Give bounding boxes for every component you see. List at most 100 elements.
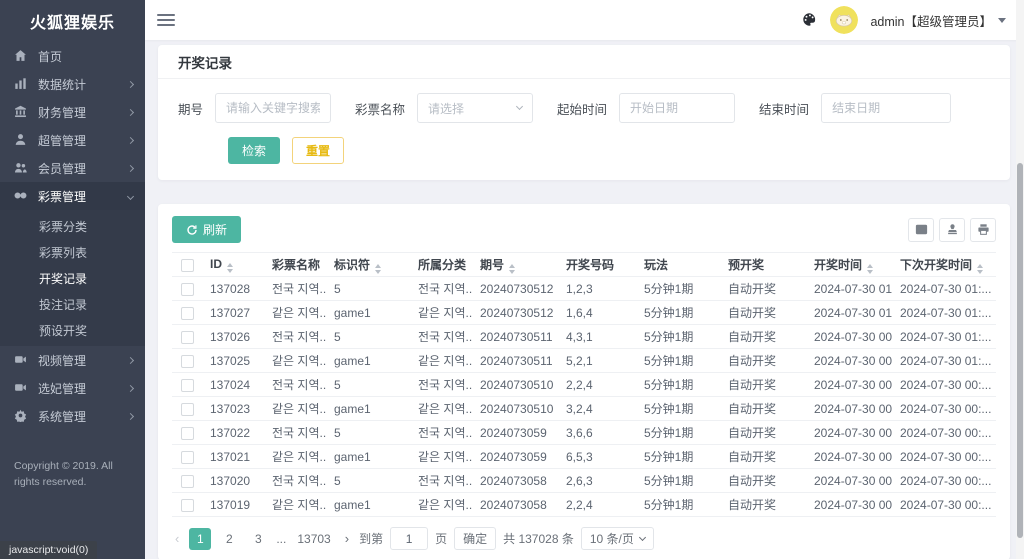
row-checkbox[interactable] (180, 450, 194, 464)
table-header-row: ID 彩票名称 标识符 所属分类 期号 开奖号码 玩法 预开奖 开奖时间 下次开奖时间 (172, 252, 996, 277)
table-cell-name: 같은 지역... (264, 396, 326, 421)
row-checkbox[interactable] (180, 378, 194, 392)
hamburger-menu-icon[interactable] (157, 11, 175, 29)
table-cell-numbers: 6,5,3 (558, 444, 636, 469)
export-button[interactable] (939, 217, 965, 242)
column-header-2[interactable]: 标识符 (326, 252, 410, 277)
chevron-down-icon (638, 533, 646, 542)
table-cell-code: game1 (326, 444, 410, 469)
page-size-select[interactable]: 10 条/页 (580, 527, 654, 550)
sidebar-item-label: 彩票管理 (38, 189, 87, 204)
table-cell-next_time: 2024-07-30 00:... (892, 396, 996, 421)
prev-page-button[interactable]: ‹ (172, 531, 182, 546)
next-page-button[interactable]: › (342, 531, 352, 546)
search-panel: 开奖记录 期号 彩票名称 请选择 起始时间 (158, 45, 1010, 180)
sidebar-item-1[interactable]: 数据统计 (0, 70, 145, 98)
table-cell-next_time: 2024-07-30 00:... (892, 420, 996, 445)
row-checkbox[interactable] (180, 426, 194, 440)
table-cell-issue: 20240730510 (472, 372, 558, 397)
sidebar-subitem-1[interactable]: 彩票列表 (0, 239, 145, 265)
sidebar-subitem-0[interactable]: 彩票分类 (0, 213, 145, 239)
sidebar-item-8[interactable]: 系统管理 (0, 402, 145, 430)
column-header-8[interactable]: 开奖时间 (806, 252, 892, 277)
table-cell-play: 5分钟1期 (636, 348, 720, 373)
scrollbar-thumb[interactable] (1017, 163, 1023, 538)
sidebar-item-4[interactable]: 会员管理 (0, 154, 145, 182)
row-checkbox[interactable] (180, 474, 194, 488)
page-button-3[interactable]: 3 (247, 528, 269, 550)
sort-icon[interactable] (509, 263, 516, 274)
sidebar-subitem-2[interactable]: 开奖记录 (0, 265, 145, 291)
sidebar-item-0[interactable]: 首页 (0, 42, 145, 70)
row-checkbox[interactable] (180, 306, 194, 320)
select-all-checkbox[interactable] (180, 258, 194, 272)
search-button[interactable]: 检索 (228, 137, 281, 164)
table-cell-play: 5分钟1期 (636, 300, 720, 325)
user-menu[interactable]: admin【超级管理员】 (870, 11, 1006, 30)
toggle-columns-button[interactable] (908, 217, 934, 242)
table-cell-category: 전국 지역... (410, 468, 472, 493)
row-checkbox[interactable] (180, 282, 194, 296)
page-button-13703[interactable]: 13703 (293, 528, 334, 550)
table-row: 137027 같은 지역... game1 같은 지역... 20240730512 1,… (172, 300, 996, 325)
print-button[interactable] (970, 217, 996, 242)
sort-icon[interactable] (227, 262, 233, 273)
table-cell-next_time: 2024-07-30 00:... (892, 468, 996, 493)
lottery-name-select[interactable]: 请选择 (417, 93, 534, 123)
refresh-button[interactable]: 刷新 (172, 216, 242, 243)
table-cell-pre: 自动开奖 (720, 420, 806, 445)
sidebar-item-3[interactable]: 超管管理 (0, 126, 145, 154)
row-checkbox[interactable] (180, 498, 194, 512)
sidebar-item-6[interactable]: 视频管理 (0, 346, 145, 374)
issue-search-input[interactable] (215, 93, 332, 123)
page-button-1[interactable]: 1 (189, 527, 212, 550)
lottery-name-label: 彩票名称 (355, 102, 406, 117)
table-cell-play: 5分钟1期 (636, 468, 720, 493)
chevron-down-icon (126, 192, 135, 200)
sidebar-subitem-3[interactable]: 投注记录 (0, 291, 145, 317)
reset-button[interactable]: 重置 (292, 137, 345, 164)
goto-confirm-button[interactable]: 确定 (454, 527, 497, 550)
table-cell-pre: 自动开奖 (720, 492, 806, 517)
sort-icon[interactable] (867, 263, 874, 274)
table-cell-numbers: 4,3,1 (558, 324, 636, 349)
table-cell-issue: 20240730511 (472, 324, 558, 349)
table-cell-next_time: 2024-07-30 01:... (892, 300, 996, 325)
page-button-2[interactable]: 2 (218, 528, 240, 550)
row-checkbox[interactable] (180, 402, 194, 416)
table-row: 137022 전국 지역... 5 전국 지역... 2024073059 3,6,6 5分… (172, 420, 996, 445)
sort-icon[interactable] (375, 263, 382, 274)
table-cell-pre: 自动开奖 (720, 300, 806, 325)
end-date-input[interactable] (821, 93, 952, 123)
row-checkbox[interactable] (180, 354, 194, 368)
table-cell-issue: 2024073059 (472, 420, 558, 445)
column-header-0[interactable]: ID (202, 252, 264, 277)
theme-palette-icon[interactable] (802, 12, 818, 28)
app-logo[interactable]: 火狐狸娱乐 (0, 0, 145, 42)
sidebar-item-7[interactable]: 选妃管理 (0, 374, 145, 402)
sidebar-item-2[interactable]: 财务管理 (0, 98, 145, 126)
sidebar-item-5[interactable]: 彩票管理 (0, 182, 145, 210)
records-table: ID 彩票名称 标识符 所属分类 期号 开奖号码 玩法 预开奖 开奖时间 下次开奖时间 13702… (172, 252, 996, 517)
goto-page-input[interactable] (390, 527, 429, 550)
sidebar-item-label: 选妃管理 (38, 381, 87, 396)
column-header-4[interactable]: 期号 (472, 252, 558, 277)
chevron-right-icon (126, 108, 135, 116)
row-checkbox[interactable] (180, 330, 194, 344)
table-cell-name: 같은 지역... (264, 492, 326, 517)
sort-icon[interactable] (977, 263, 984, 274)
table-cell-numbers: 1,6,4 (558, 300, 636, 325)
columns-icon (915, 224, 927, 235)
table-cell-next_time: 2024-07-30 01:... (892, 276, 996, 301)
table-cell-next_time: 2024-07-30 01:... (892, 348, 996, 373)
user-avatar[interactable] (830, 6, 859, 34)
sidebar-subitem-4[interactable]: 预设开奖 (0, 317, 145, 343)
chart-icon (14, 77, 28, 91)
sidebar-item-label: 超管管理 (38, 133, 87, 148)
scrollbar-track[interactable] (1016, 0, 1024, 559)
table-cell-id: 137025 (202, 348, 264, 373)
column-header-9[interactable]: 下次开奖时间 (892, 252, 996, 277)
table-cell-name: 같은 지역... (264, 444, 326, 469)
start-date-input[interactable] (619, 93, 736, 123)
table-cell-name: 같은 지역... (264, 348, 326, 373)
